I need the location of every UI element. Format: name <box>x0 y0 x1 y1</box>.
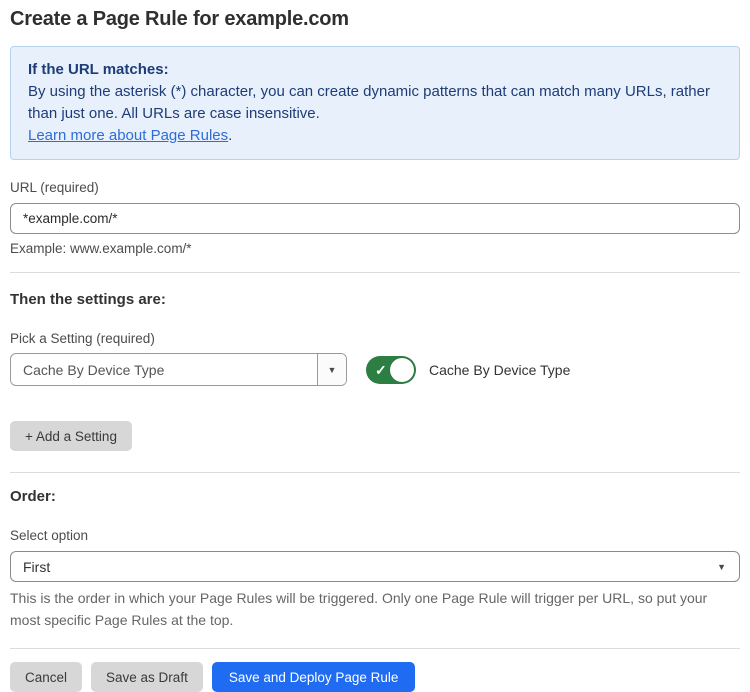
page-title: Create a Page Rule for example.com <box>10 7 740 31</box>
order-select-value: First <box>11 559 717 575</box>
url-match-info-box: If the URL matches: By using the asteris… <box>10 46 740 160</box>
check-icon: ✓ <box>375 363 387 377</box>
url-field-hint: Example: www.example.com/* <box>10 241 740 257</box>
setting-row: Cache By Device Type ▼ ✓ Cache By Device… <box>10 353 740 386</box>
pick-setting-label: Pick a Setting (required) <box>10 331 740 347</box>
setting-dropdown-value: Cache By Device Type <box>11 354 317 385</box>
chevron-down-icon: ▼ <box>717 562 739 572</box>
chevron-down-icon[interactable]: ▼ <box>317 354 346 385</box>
order-select[interactable]: First ▼ <box>10 551 740 582</box>
toggle-label: Cache By Device Type <box>429 362 570 378</box>
order-help-text: This is the order in which your Page Rul… <box>10 587 735 631</box>
order-section-heading: Order: <box>10 488 740 506</box>
add-setting-button[interactable]: + Add a Setting <box>10 421 132 451</box>
link-period: . <box>228 127 232 144</box>
page-rule-form: Create a Page Rule for example.com If th… <box>0 0 750 692</box>
divider-settings <box>10 272 740 273</box>
learn-more-link[interactable]: Learn more about Page Rules <box>28 127 228 144</box>
url-input[interactable] <box>10 203 740 234</box>
info-box-link-line: Learn more about Page Rules. <box>28 125 722 147</box>
url-field-label: URL (required) <box>10 180 740 196</box>
setting-dropdown[interactable]: Cache By Device Type ▼ <box>10 353 347 386</box>
cache-device-toggle[interactable]: ✓ <box>366 356 416 384</box>
info-box-heading: If the URL matches: <box>28 59 722 81</box>
select-option-label: Select option <box>10 528 740 544</box>
divider-order <box>10 472 740 473</box>
settings-section-heading: Then the settings are: <box>10 291 740 309</box>
toggle-knob <box>390 358 414 382</box>
divider-actions <box>10 648 740 649</box>
info-box-body: By using the asterisk (*) character, you… <box>28 81 722 125</box>
